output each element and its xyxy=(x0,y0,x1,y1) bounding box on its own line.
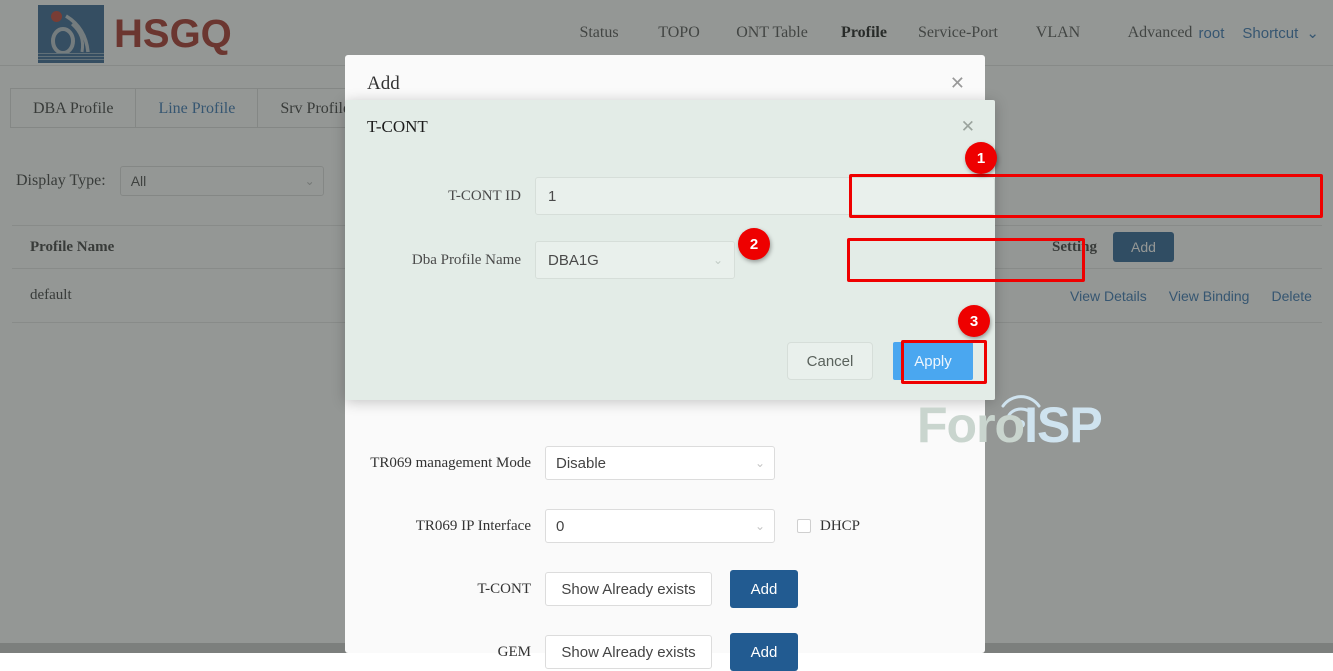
tr069-management-mode-select[interactable]: Disable ⌄ xyxy=(545,446,775,480)
close-icon[interactable]: ✕ xyxy=(950,73,965,94)
field-dba-profile-name: Dba Profile Name DBA1G ⌄ xyxy=(370,241,735,279)
tcont-id-input[interactable]: 1 xyxy=(535,177,995,215)
tcont-show-already-exists-button[interactable]: Show Already exists xyxy=(545,572,712,606)
field-tcont-list: T-CONT Show Already exists Add xyxy=(365,570,798,608)
tcont-id-value: 1 xyxy=(548,188,556,205)
field-label: TR069 management Mode xyxy=(365,455,545,472)
field-label: GEM xyxy=(365,644,545,661)
field-label: TR069 IP Interface xyxy=(365,518,545,535)
step-badge-2: 2 xyxy=(738,228,770,260)
field-tr069-ip-interface: TR069 IP Interface 0 ⌄ DHCP xyxy=(365,509,860,543)
gem-add-button[interactable]: Add xyxy=(730,633,798,671)
dba-profile-label: Dba Profile Name xyxy=(370,252,535,269)
dhcp-label: DHCP xyxy=(820,518,860,535)
tcont-add-button[interactable]: Add xyxy=(730,570,798,608)
dba-profile-select[interactable]: DBA1G ⌄ xyxy=(535,241,735,279)
field-value: Disable xyxy=(556,455,606,472)
close-icon[interactable]: ✕ xyxy=(961,117,975,137)
apply-button[interactable]: Apply xyxy=(893,342,973,380)
dhcp-checkbox[interactable] xyxy=(797,519,811,533)
tcont-id-label: T-CONT ID xyxy=(370,188,535,205)
step-badge-3: 3 xyxy=(958,305,990,337)
field-value: 0 xyxy=(556,518,564,535)
tcont-dialog-actions: Cancel Apply xyxy=(787,342,973,380)
field-tcont-id: T-CONT ID 1 xyxy=(370,177,995,215)
tcont-dialog: T-CONT ✕ ForoISP T-CONT ID 1 Dba Profile… xyxy=(345,100,995,400)
chevron-down-icon: ⌄ xyxy=(713,253,723,267)
chevron-down-icon: ⌄ xyxy=(755,456,765,470)
cancel-button[interactable]: Cancel xyxy=(787,342,873,380)
chevron-down-icon: ⌄ xyxy=(755,519,765,533)
dba-profile-value: DBA1G xyxy=(548,252,599,269)
dhcp-checkbox-group[interactable]: DHCP xyxy=(797,518,860,535)
field-tr069-management-mode: TR069 management Mode Disable ⌄ xyxy=(365,446,775,480)
field-label: T-CONT xyxy=(365,581,545,598)
field-gem-list: GEM Show Already exists Add xyxy=(365,633,798,671)
add-dialog-title: Add xyxy=(367,73,400,95)
tcont-dialog-title: T-CONT xyxy=(367,117,428,137)
tr069-ip-interface-select[interactable]: 0 ⌄ xyxy=(545,509,775,543)
gem-show-already-exists-button[interactable]: Show Already exists xyxy=(545,635,712,669)
step-badge-1: 1 xyxy=(965,142,997,174)
